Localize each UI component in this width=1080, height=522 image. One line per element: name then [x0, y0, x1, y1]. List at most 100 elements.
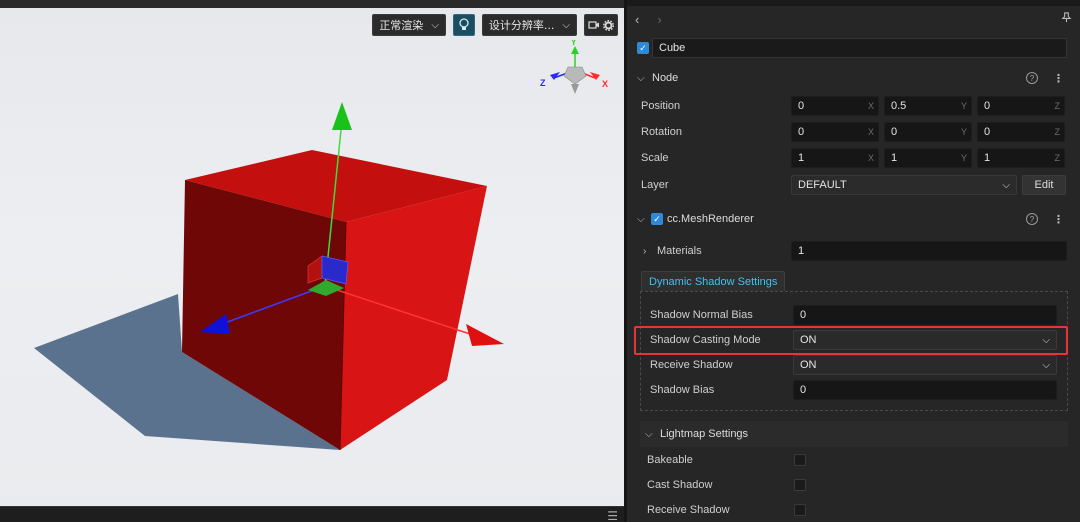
resolution-label: 设计分辨率... [488, 19, 555, 32]
orientation-gizmo[interactable]: Y Z X [540, 40, 610, 100]
position-x-value: 0 [798, 100, 805, 112]
receive-shadow-label: Receive Shadow [650, 359, 733, 371]
bakeable-checkbox[interactable] [794, 454, 806, 466]
cast-shadow-checkbox[interactable] [794, 479, 806, 491]
scale-row: Scale 1X 1Y 1Z [627, 145, 1080, 171]
resolution-select[interactable]: 设计分辨率... ⌵ [481, 14, 577, 36]
back-arrow-icon[interactable]: ‹ [635, 12, 639, 27]
mesh-renderer-header[interactable]: ⌵ ✓ cc.MeshRenderer ? ⋮ [627, 206, 1080, 232]
shadow-normal-bias-label: Shadow Normal Bias [650, 309, 753, 321]
chevron-right-icon[interactable]: › [643, 246, 653, 257]
mesh-renderer-enabled-checkbox[interactable]: ✓ [651, 213, 663, 225]
pin-icon[interactable] [1061, 12, 1072, 26]
axis-y-label: Y [571, 40, 577, 47]
layer-select[interactable]: DEFAULT ⌵ [791, 175, 1017, 195]
lighting-toggle-button[interactable] [452, 14, 475, 36]
materials-label: Materials [657, 245, 702, 257]
scale-x-input[interactable]: 1X [791, 148, 879, 168]
shadow-bias-value: 0 [800, 384, 807, 396]
scale-z-value: 1 [984, 152, 991, 164]
axis-z-label: Z [540, 78, 546, 88]
lightmap-settings-header[interactable]: ⌵ Lightmap Settings [640, 421, 1068, 447]
lightmap-receive-shadow-row: Receive Shadow [627, 497, 1080, 522]
lightmap-receive-shadow-label: Receive Shadow [647, 504, 730, 516]
gizmo-x-arrow [466, 324, 504, 346]
receive-shadow-select[interactable]: ON ⌵ [793, 355, 1057, 375]
lightmap-receive-shadow-checkbox[interactable] [794, 504, 806, 516]
chevron-down-icon: ⌵ [645, 428, 653, 440]
receive-shadow-value: ON [800, 359, 817, 371]
position-x-input[interactable]: 0X [791, 96, 879, 116]
layer-value: DEFAULT [798, 179, 847, 191]
render-mode-label: 正常渲染 [379, 19, 424, 32]
position-row: Position 0X 0.5 Y 0Z [627, 93, 1080, 119]
x-axis-label: X [867, 153, 874, 163]
chevron-down-icon: ⌵ [1042, 359, 1050, 371]
node-section-title: Node [652, 72, 679, 84]
gizmo-y-arrow [332, 102, 352, 130]
more-options-icon[interactable]: ⋮ [1053, 72, 1064, 85]
more-options-icon[interactable]: ⋮ [1053, 213, 1064, 226]
materials-count-input[interactable]: 1 [791, 241, 1067, 261]
materials-count-value: 1 [798, 245, 805, 257]
mesh-renderer-title: cc.MeshRenderer [667, 213, 754, 225]
position-label: Position [641, 100, 681, 112]
axis-x-label: X [602, 79, 608, 89]
layer-label: Layer [641, 179, 669, 191]
position-z-input[interactable]: 0Z [977, 96, 1065, 116]
scene-toolbar: 正常渲染 ⌵ 设计分辨率... ⌵ [372, 14, 618, 36]
chevron-down-icon: ⌵ [562, 19, 570, 31]
node-section-header[interactable]: ⌵ Node ? ⋮ [627, 65, 1080, 91]
y-axis-label: Y [960, 101, 967, 111]
y-axis-label: Y [960, 127, 967, 137]
rotation-row: Rotation 0X 0Y 0Z [627, 119, 1080, 145]
z-axis-label: Z [1054, 101, 1061, 111]
position-z-value: 0 [984, 100, 991, 112]
cube-right-face [340, 186, 487, 450]
node-active-checkbox[interactable]: ✓ [637, 42, 649, 54]
forward-arrow-icon[interactable]: › [657, 12, 661, 27]
position-y-input[interactable]: 0.5 Y [884, 96, 972, 116]
scene-view[interactable]: 正常渲染 ⌵ 设计分辨率... ⌵ Y Z X ☰ [0, 0, 624, 522]
rotation-z-input[interactable]: 0Z [977, 122, 1065, 142]
shadow-normal-bias-value: 0 [800, 309, 807, 321]
menu-icon[interactable]: ☰ [607, 509, 618, 522]
rotation-x-input[interactable]: 0X [791, 122, 879, 142]
scale-label: Scale [641, 152, 669, 164]
layer-edit-button[interactable]: Edit [1022, 175, 1066, 195]
render-mode-select[interactable]: 正常渲染 ⌵ [372, 14, 446, 36]
camera-settings-button[interactable] [584, 14, 618, 36]
node-name-input[interactable]: Cube [652, 38, 1067, 58]
rotation-label: Rotation [641, 126, 682, 138]
scale-x-value: 1 [798, 152, 805, 164]
layer-row: Layer DEFAULT ⌵ Edit [627, 172, 1080, 198]
camera-icon [588, 21, 599, 29]
help-icon[interactable]: ? [1026, 213, 1038, 225]
scale-y-value: 1 [891, 152, 898, 164]
shadow-normal-bias-row: Shadow Normal Bias 0 [627, 302, 1080, 328]
inspector-panel: ‹ › ✓ Cube ⌵ Node ? ⋮ Position 0X 0.5 Y 0… [624, 0, 1080, 522]
chevron-down-icon: ⌵ [637, 213, 645, 225]
node-name-row: ✓ Cube [627, 35, 1080, 61]
scene-bottom-bar: ☰ [0, 506, 624, 522]
highlight-box [634, 326, 1068, 355]
shadow-bias-input[interactable]: 0 [793, 380, 1057, 400]
x-axis-label: X [867, 127, 874, 137]
chevron-down-icon: ⌵ [1002, 179, 1010, 191]
node-name-value: Cube [659, 42, 686, 54]
lightmap-settings-title: Lightmap Settings [660, 428, 749, 440]
chevron-down-icon: ⌵ [637, 72, 645, 84]
help-icon[interactable]: ? [1026, 72, 1038, 84]
materials-row: › Materials 1 [627, 238, 1080, 264]
receive-shadow-row: Receive Shadow ON ⌵ [627, 352, 1080, 378]
chevron-down-icon: ⌵ [431, 19, 439, 31]
shadow-normal-bias-input[interactable]: 0 [793, 305, 1057, 325]
z-axis-label: Z [1054, 153, 1061, 163]
scale-y-input[interactable]: 1Y [884, 148, 972, 168]
scene-canvas[interactable] [0, 0, 624, 522]
inspector-nav: ‹ › [627, 6, 1080, 32]
rotation-y-input[interactable]: 0Y [884, 122, 972, 142]
scale-z-input[interactable]: 1Z [977, 148, 1065, 168]
dynamic-shadow-settings-tab[interactable]: Dynamic Shadow Settings [641, 271, 786, 291]
x-axis-label: X [867, 101, 874, 111]
